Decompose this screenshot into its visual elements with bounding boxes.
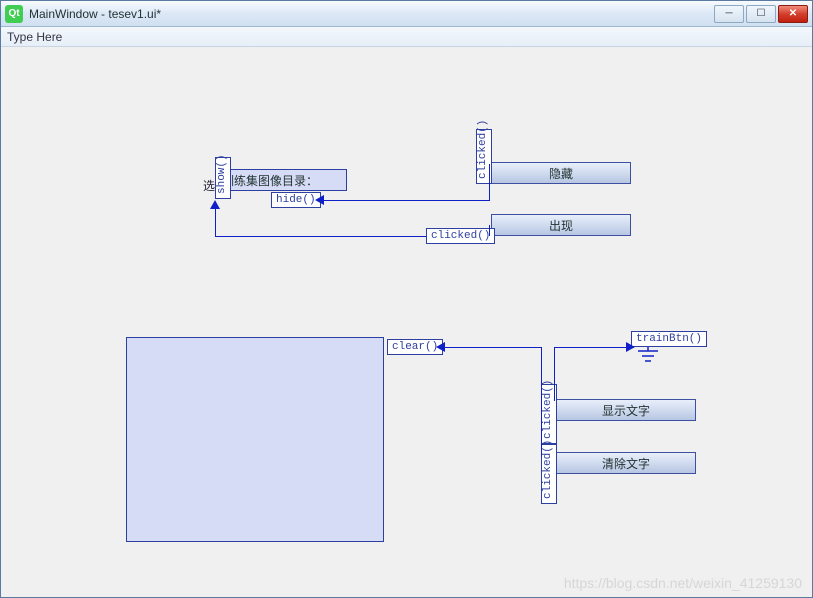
- ground-icon: [636, 347, 660, 365]
- showtext-button-label: 显示文字: [602, 402, 650, 419]
- conn-line: [554, 347, 634, 348]
- qt-icon: Qt: [5, 5, 23, 23]
- slot-show: show(): [215, 157, 231, 199]
- conn-line: [489, 225, 490, 236]
- conn-arrow: [626, 342, 635, 352]
- conn-arrow: [436, 342, 445, 352]
- signal-clicked-show: clicked(): [426, 228, 495, 244]
- hide-button[interactable]: 隐藏: [491, 162, 631, 184]
- label-widget-text: 训练集图像目录：: [222, 172, 318, 189]
- conn-line: [541, 347, 542, 457]
- titlebar[interactable]: Qt MainWindow - tesev1.ui* ─ ☐ ✕: [1, 1, 812, 27]
- conn-arrow: [315, 195, 324, 205]
- conn-line: [554, 347, 555, 401]
- label-widget[interactable]: 训练集图像目录：: [217, 169, 347, 191]
- conn-line: [215, 207, 216, 237]
- design-canvas[interactable]: 选 训练集图像目录： show() hide() 隐藏 clicked() 出现…: [1, 47, 812, 597]
- close-button[interactable]: ✕: [778, 5, 808, 23]
- show-button[interactable]: 出现: [491, 214, 631, 236]
- textedit-widget[interactable]: [126, 337, 384, 542]
- hide-button-label: 隐藏: [549, 165, 573, 182]
- cleartext-button[interactable]: 清除文字: [556, 452, 696, 474]
- showtext-button[interactable]: 显示文字: [556, 399, 696, 421]
- maximize-button[interactable]: ☐: [746, 5, 776, 23]
- window-controls: ─ ☐ ✕: [714, 5, 808, 23]
- signal-clicked-cleartext: clicked(): [541, 444, 557, 504]
- slot-clear: clear(): [387, 339, 443, 355]
- label-prefix-text: 选: [203, 177, 215, 194]
- main-window: Qt MainWindow - tesev1.ui* ─ ☐ ✕ Type He…: [0, 0, 813, 598]
- menubar-placeholder[interactable]: Type Here: [7, 30, 62, 44]
- minimize-button[interactable]: ─: [714, 5, 744, 23]
- window-title: MainWindow - tesev1.ui*: [29, 7, 714, 21]
- conn-arrow: [210, 200, 220, 209]
- conn-line: [322, 200, 490, 201]
- conn-line: [215, 236, 426, 237]
- conn-line: [443, 347, 542, 348]
- show-button-label: 出现: [549, 217, 573, 234]
- watermark-text: https://blog.csdn.net/weixin_41259130: [564, 575, 802, 591]
- menubar[interactable]: Type Here: [1, 27, 812, 47]
- slot-hide: hide(): [271, 192, 321, 208]
- cleartext-button-label: 清除文字: [602, 455, 650, 472]
- conn-line: [489, 164, 490, 200]
- slot-trainbtn: trainBtn(): [631, 331, 707, 347]
